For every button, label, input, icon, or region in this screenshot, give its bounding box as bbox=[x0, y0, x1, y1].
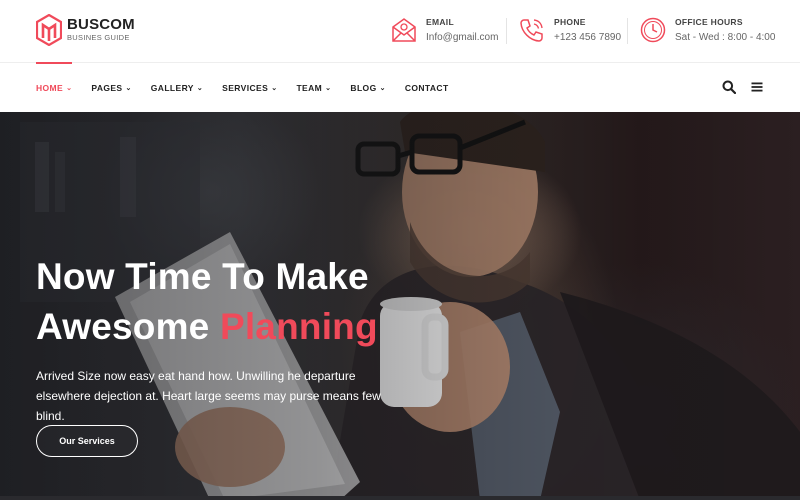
hero-title-line1: Now Time To Make bbox=[36, 256, 369, 297]
main-nav: HOME ⌄ PAGES ⌄ GALLERY ⌄ SERVICES ⌄ TEAM… bbox=[0, 62, 800, 112]
nav-item-label: BLOG bbox=[350, 83, 377, 93]
contact-email: EMAIL Info@gmail.com bbox=[390, 16, 498, 44]
top-header: BUSCOM BUSINES GUIDE EMAIL Info@gmail.co… bbox=[0, 0, 800, 62]
divider bbox=[506, 18, 507, 44]
chevron-down-icon: ⌄ bbox=[66, 85, 73, 92]
contact-phone: PHONE +123 456 7890 bbox=[518, 16, 621, 44]
nav-item-gallery[interactable]: GALLERY ⌄ bbox=[151, 63, 203, 113]
menu-icon[interactable] bbox=[750, 80, 764, 94]
logo[interactable]: BUSCOM BUSINES GUIDE bbox=[36, 14, 135, 46]
nav-item-team[interactable]: TEAM ⌄ bbox=[296, 63, 331, 113]
chevron-down-icon: ⌄ bbox=[125, 85, 132, 92]
nav-item-label: CONTACT bbox=[404, 83, 449, 93]
search-icon[interactable] bbox=[722, 80, 736, 94]
brand-name: BUSCOM bbox=[67, 16, 135, 33]
email-label: EMAIL bbox=[426, 17, 454, 27]
hours-label: OFFICE HOURS bbox=[675, 17, 743, 27]
hero-title-plain: Awesome bbox=[36, 306, 210, 347]
phone-label: PHONE bbox=[554, 17, 586, 27]
email-icon bbox=[392, 18, 416, 42]
nav-list: HOME ⌄ PAGES ⌄ GALLERY ⌄ SERVICES ⌄ TEAM… bbox=[36, 62, 468, 113]
nav-tools bbox=[708, 80, 764, 94]
contact-hours: OFFICE HOURS Sat - Wed : 8:00 - 4:00 bbox=[639, 16, 775, 44]
email-value[interactable]: Info@gmail.com bbox=[426, 31, 498, 44]
hero-title: Now Time To Make Awesome Planning bbox=[36, 252, 378, 352]
hero-description: Arrived Size now easy eat hand how. Unwi… bbox=[36, 369, 381, 423]
nav-item-label: TEAM bbox=[296, 83, 323, 93]
chevron-down-icon: ⌄ bbox=[271, 85, 278, 92]
nav-item-label: PAGES bbox=[91, 83, 123, 93]
phone-value[interactable]: +123 456 7890 bbox=[554, 31, 621, 44]
nav-item-blog[interactable]: BLOG ⌄ bbox=[350, 63, 385, 113]
hero-bottom-bar bbox=[0, 496, 800, 500]
our-services-button[interactable]: Our Services bbox=[36, 425, 138, 457]
nav-item-home[interactable]: HOME ⌄ bbox=[36, 62, 73, 113]
brand-tagline: BUSINES GUIDE bbox=[67, 33, 130, 42]
hero-title-line2: Awesome Planning bbox=[36, 302, 378, 352]
nav-item-label: GALLERY bbox=[150, 83, 194, 93]
clock-icon bbox=[640, 17, 666, 43]
hero-section: Now Time To Make Awesome Planning Arrive… bbox=[0, 112, 800, 500]
chevron-down-icon: ⌄ bbox=[379, 85, 386, 92]
chevron-down-icon: ⌄ bbox=[325, 85, 332, 92]
hero-title-accent: Planning bbox=[219, 306, 378, 347]
nav-item-label: HOME bbox=[36, 83, 64, 93]
nav-item-label: SERVICES bbox=[222, 83, 269, 93]
nav-item-contact[interactable]: CONTACT bbox=[405, 63, 449, 113]
chevron-down-icon: ⌄ bbox=[196, 85, 204, 92]
hours-value: Sat - Wed : 8:00 - 4:00 bbox=[675, 32, 776, 43]
nav-item-pages[interactable]: PAGES ⌄ bbox=[91, 63, 131, 113]
nav-item-services[interactable]: SERVICES ⌄ bbox=[222, 63, 277, 113]
logo-icon bbox=[36, 14, 62, 46]
phone-icon bbox=[520, 19, 543, 42]
divider bbox=[627, 18, 628, 44]
